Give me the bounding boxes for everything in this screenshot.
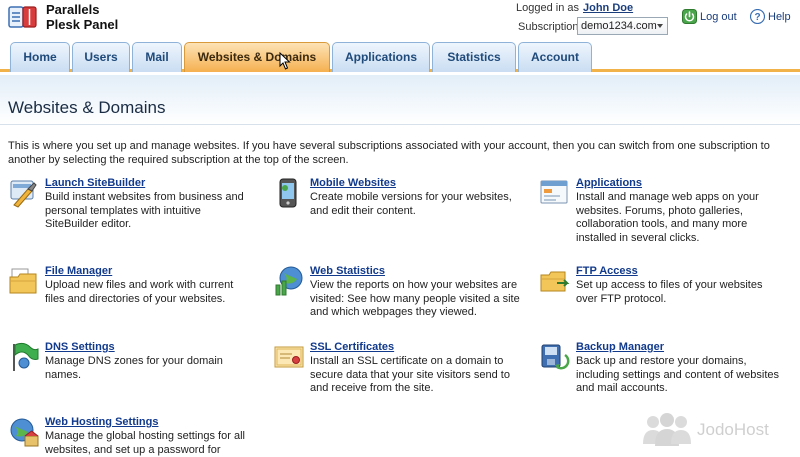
tool-name-link[interactable]: DNS Settings <box>45 341 115 353</box>
brand-line1: Parallels <box>46 2 100 17</box>
mobile-websites-icon <box>279 178 297 208</box>
tool-description: Manage DNS zones for your domain names. <box>45 355 223 381</box>
help-label: Help <box>768 10 791 23</box>
tab-statistics[interactable]: Statistics <box>432 42 516 72</box>
user-name-link[interactable]: John Doe <box>583 2 633 14</box>
tool-description: Install an SSL certificate on a domain t… <box>310 355 510 394</box>
tab-applications[interactable]: Applications <box>332 42 430 72</box>
tool-description: Create mobile versions for your websites… <box>310 191 512 217</box>
tool-name-link[interactable]: FTP Access <box>576 265 638 277</box>
tool-name-link[interactable]: SSL Certificates <box>310 341 394 353</box>
mouse-cursor-icon <box>279 52 291 70</box>
tab-users[interactable]: Users <box>72 42 130 72</box>
tab-home[interactable]: Home <box>10 42 70 72</box>
help-icon: ? <box>750 9 765 24</box>
plesk-logo-icon <box>8 6 37 28</box>
ftp-access-icon <box>540 271 570 292</box>
logout-link[interactable]: Log out <box>682 9 737 24</box>
logged-in-label: Logged in as <box>516 2 579 14</box>
svg-text:?: ? <box>754 12 760 23</box>
tab-websites-domains[interactable]: Websites & Domains <box>184 42 330 72</box>
tool-name-link[interactable]: Backup Manager <box>576 341 664 353</box>
tool-description: Upload new files and work with current f… <box>45 279 234 305</box>
watermark-text: JodoHost <box>697 420 769 439</box>
sitebuilder-icon <box>10 180 37 208</box>
tool-name-link[interactable]: Web Statistics <box>310 265 385 277</box>
web-hosting-settings-icon <box>10 418 39 447</box>
tool-name-link[interactable]: Launch SiteBuilder <box>45 177 145 189</box>
logged-in-info: Logged in as John Doe <box>516 2 633 14</box>
brand-name: Parallels Plesk Panel <box>46 2 118 32</box>
tab-mail[interactable]: Mail <box>132 42 182 72</box>
tool-description: Set up access to files of your websites … <box>576 279 763 305</box>
tool-name-link[interactable]: Web Hosting Settings <box>45 416 158 428</box>
watermark: JodoHost <box>637 410 797 450</box>
main-tab-bar: Home Users Mail Websites & Domains Appli… <box>0 40 800 72</box>
tool-description: View the reports on how your websites ar… <box>310 279 520 318</box>
header: Parallels Plesk Panel Logged in as John D… <box>0 0 800 44</box>
logout-label: Log out <box>700 10 737 23</box>
tool-description: Back up and restore your domains, includ… <box>576 355 780 394</box>
tool-name-link[interactable]: Applications <box>576 177 642 189</box>
subscription-value: demo1234.com <box>581 20 657 32</box>
tool-description: Install and manage web apps on your webs… <box>576 191 759 244</box>
subscription-select[interactable]: demo1234.com <box>577 17 668 35</box>
tool-description: Build instant websites from business and… <box>45 191 244 230</box>
tool-name-link[interactable]: Mobile Websites <box>310 177 396 189</box>
ssl-certificates-icon <box>274 346 304 368</box>
help-link[interactable]: ? Help <box>750 9 791 24</box>
page-title: Websites & Domains <box>8 98 166 117</box>
brand-line2: Plesk Panel <box>46 17 119 32</box>
applications-icon <box>540 180 568 204</box>
web-statistics-icon <box>275 266 303 296</box>
subscription-label: Subscription <box>518 21 579 33</box>
tab-account[interactable]: Account <box>518 42 592 72</box>
chevron-down-icon <box>657 24 663 28</box>
tool-description: Manage the global hosting settings for a… <box>45 430 245 456</box>
dns-settings-icon <box>13 342 39 371</box>
logout-icon <box>682 9 697 24</box>
backup-manager-icon <box>541 344 570 370</box>
tool-name-link[interactable]: File Manager <box>45 265 112 277</box>
file-manager-icon <box>9 268 37 294</box>
people-icon <box>643 413 691 446</box>
page-intro: This is where you set up and manage webs… <box>8 140 770 166</box>
